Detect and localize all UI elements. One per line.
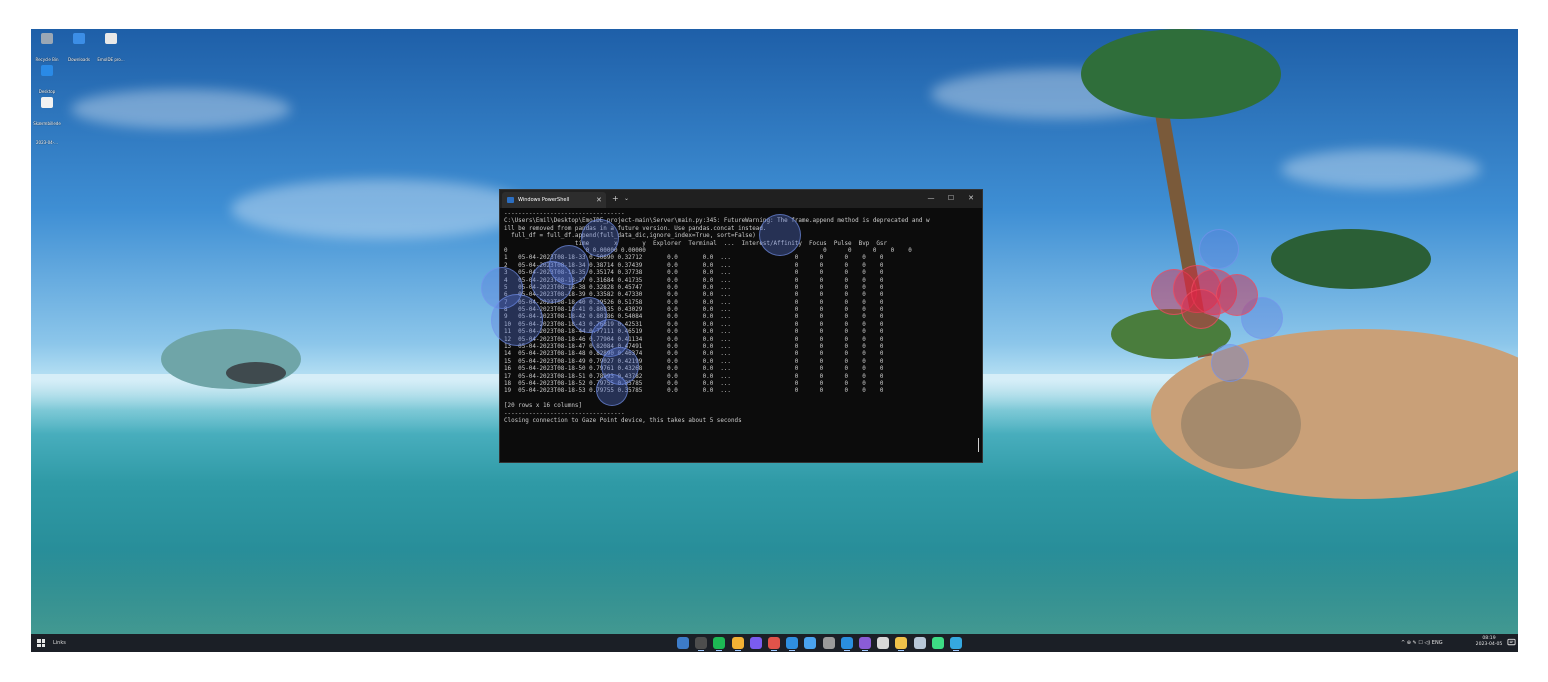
new-tab-button[interactable]: +	[612, 193, 619, 204]
taskbar: Links ^ ⊕ ✎ ☐ ◁) ENG 08:19 2023-04-05	[31, 634, 1518, 652]
settings-gear-icon[interactable]	[877, 637, 890, 649]
tab-windows-powershell[interactable]: Windows PowerShell ✕	[502, 192, 606, 208]
gaze-point	[1181, 289, 1221, 329]
recycle-bin-icon	[41, 33, 53, 44]
console-line: Closing connection to Gaze Point device,…	[504, 417, 742, 424]
gaze-point	[596, 374, 628, 406]
console-line: ----------------------------------	[504, 211, 625, 217]
checkmark-app-icon[interactable]	[804, 637, 817, 649]
maximize-button[interactable]: ☐	[944, 193, 958, 204]
powershell-icon	[507, 197, 514, 203]
console-line: 15 05-04-2023T08-18-49 0.79027 0.42199 0…	[504, 358, 884, 365]
terminal-icon[interactable]	[695, 637, 708, 651]
console-line: [20 rows x 16 columns]	[504, 403, 583, 410]
gaze-point	[759, 214, 801, 256]
console-line: 16 05-04-2023T08-18-50 0.79761 0.43268 0…	[504, 366, 884, 373]
console-line: ill be removed from pandas in a future v…	[504, 225, 767, 232]
python-icon[interactable]	[677, 637, 689, 649]
minimize-button[interactable]: —	[924, 193, 938, 204]
tab-dropdown-icon[interactable]: ⌄	[624, 193, 629, 204]
console-line: C:\Users\Emil\Desktop\EmoIDE_project-mai…	[504, 218, 930, 225]
android-studio-icon[interactable]	[931, 637, 944, 649]
tab-title: Windows PowerShell	[518, 197, 570, 203]
globe-app-icon[interactable]	[950, 637, 962, 651]
chrome-icon[interactable]	[731, 637, 744, 651]
close-window-button[interactable]: ✕	[964, 193, 978, 204]
downloads-icon	[73, 33, 85, 44]
gaze-point	[1199, 229, 1239, 269]
clock-date: 2023-04-05	[1475, 642, 1503, 647]
image-file-icon	[41, 97, 53, 108]
gaze-point	[491, 294, 543, 346]
console-line: full_df = full_df.append(full_data_dic,i…	[504, 233, 756, 240]
console-line: 11 05-04-2023T08-18-44 0.77111 0.46519 0…	[504, 329, 884, 336]
console-line: 17 05-04-2023T08-18-51 0.78993 0.43782 0…	[504, 373, 884, 380]
desktop-icon-downloads[interactable]: Downloads	[65, 33, 93, 65]
gaze-point	[581, 219, 619, 257]
links-toolbar[interactable]: Links	[53, 638, 66, 648]
unity-icon[interactable]	[822, 637, 835, 649]
feather-icon[interactable]	[749, 637, 762, 649]
console-line: 18 05-04-2023T08-18-52 0.79755 0.35785 0…	[504, 380, 884, 387]
window-titlebar[interactable]: Windows PowerShell ✕ + ⌄ — ☐ ✕	[500, 190, 982, 208]
console-line: 5 05-04-2023T08-18-38 0.32828 0.45747 0.…	[504, 284, 884, 291]
console-line: 14 05-04-2023T08-18-48 0.82890 0.46374 0…	[504, 351, 884, 358]
tab-close-icon[interactable]: ✕	[596, 195, 602, 205]
console-line: 19 05-04-2023T08-18-53 0.79755 0.35785 0…	[504, 388, 884, 395]
spotify-icon[interactable]	[713, 637, 726, 651]
desktop-icon-recycle-bin[interactable]: Recycle Bin	[33, 33, 61, 65]
desktop-screen: Recycle Bin Downloads EmoIDE pro... Desk…	[31, 29, 1518, 652]
visual-studio-icon[interactable]	[859, 637, 871, 651]
console-line: ----------------------------------	[504, 410, 625, 417]
desktop-icon-desktop[interactable]: Desktop	[33, 65, 61, 97]
windows-start-icon[interactable]	[37, 639, 45, 647]
gaze-point	[1211, 344, 1249, 382]
gaze-point	[1216, 274, 1258, 316]
console-line: 13 05-04-2023T08-18-47 0.82084 0.47491 0…	[504, 344, 884, 351]
chrome-profile-icon[interactable]	[768, 637, 780, 651]
console-scrollbar[interactable]	[978, 438, 979, 452]
console-line: 6 05-04-2023T08-18-39 0.33582 0.47330 0.…	[504, 292, 884, 299]
folder-app-icon[interactable]	[913, 637, 926, 649]
edge-icon[interactable]	[786, 637, 799, 651]
monitor-icon	[41, 65, 53, 76]
file-explorer-icon[interactable]	[895, 637, 908, 651]
document-icon	[105, 33, 117, 44]
vscode-icon[interactable]	[840, 637, 853, 651]
console-line: 12 05-04-2023T08-18-46 0.77904 0.41134 0…	[504, 336, 884, 343]
system-tray-icons[interactable]: ^ ⊕ ✎ ☐ ◁) ENG	[1401, 638, 1443, 648]
taskbar-clock[interactable]: 08:19 2023-04-05	[1474, 636, 1504, 648]
desktop-icon-screenshot[interactable]: Skærmbillede 2023-04-...	[33, 97, 61, 148]
powershell-window[interactable]: Windows PowerShell ✕ + ⌄ — ☐ ✕ ---------…	[499, 189, 983, 463]
desktop-icon-emoide-project[interactable]: EmoIDE pro...	[97, 33, 125, 65]
notification-icon[interactable]	[1507, 638, 1516, 647]
gaze-point	[531, 261, 573, 303]
